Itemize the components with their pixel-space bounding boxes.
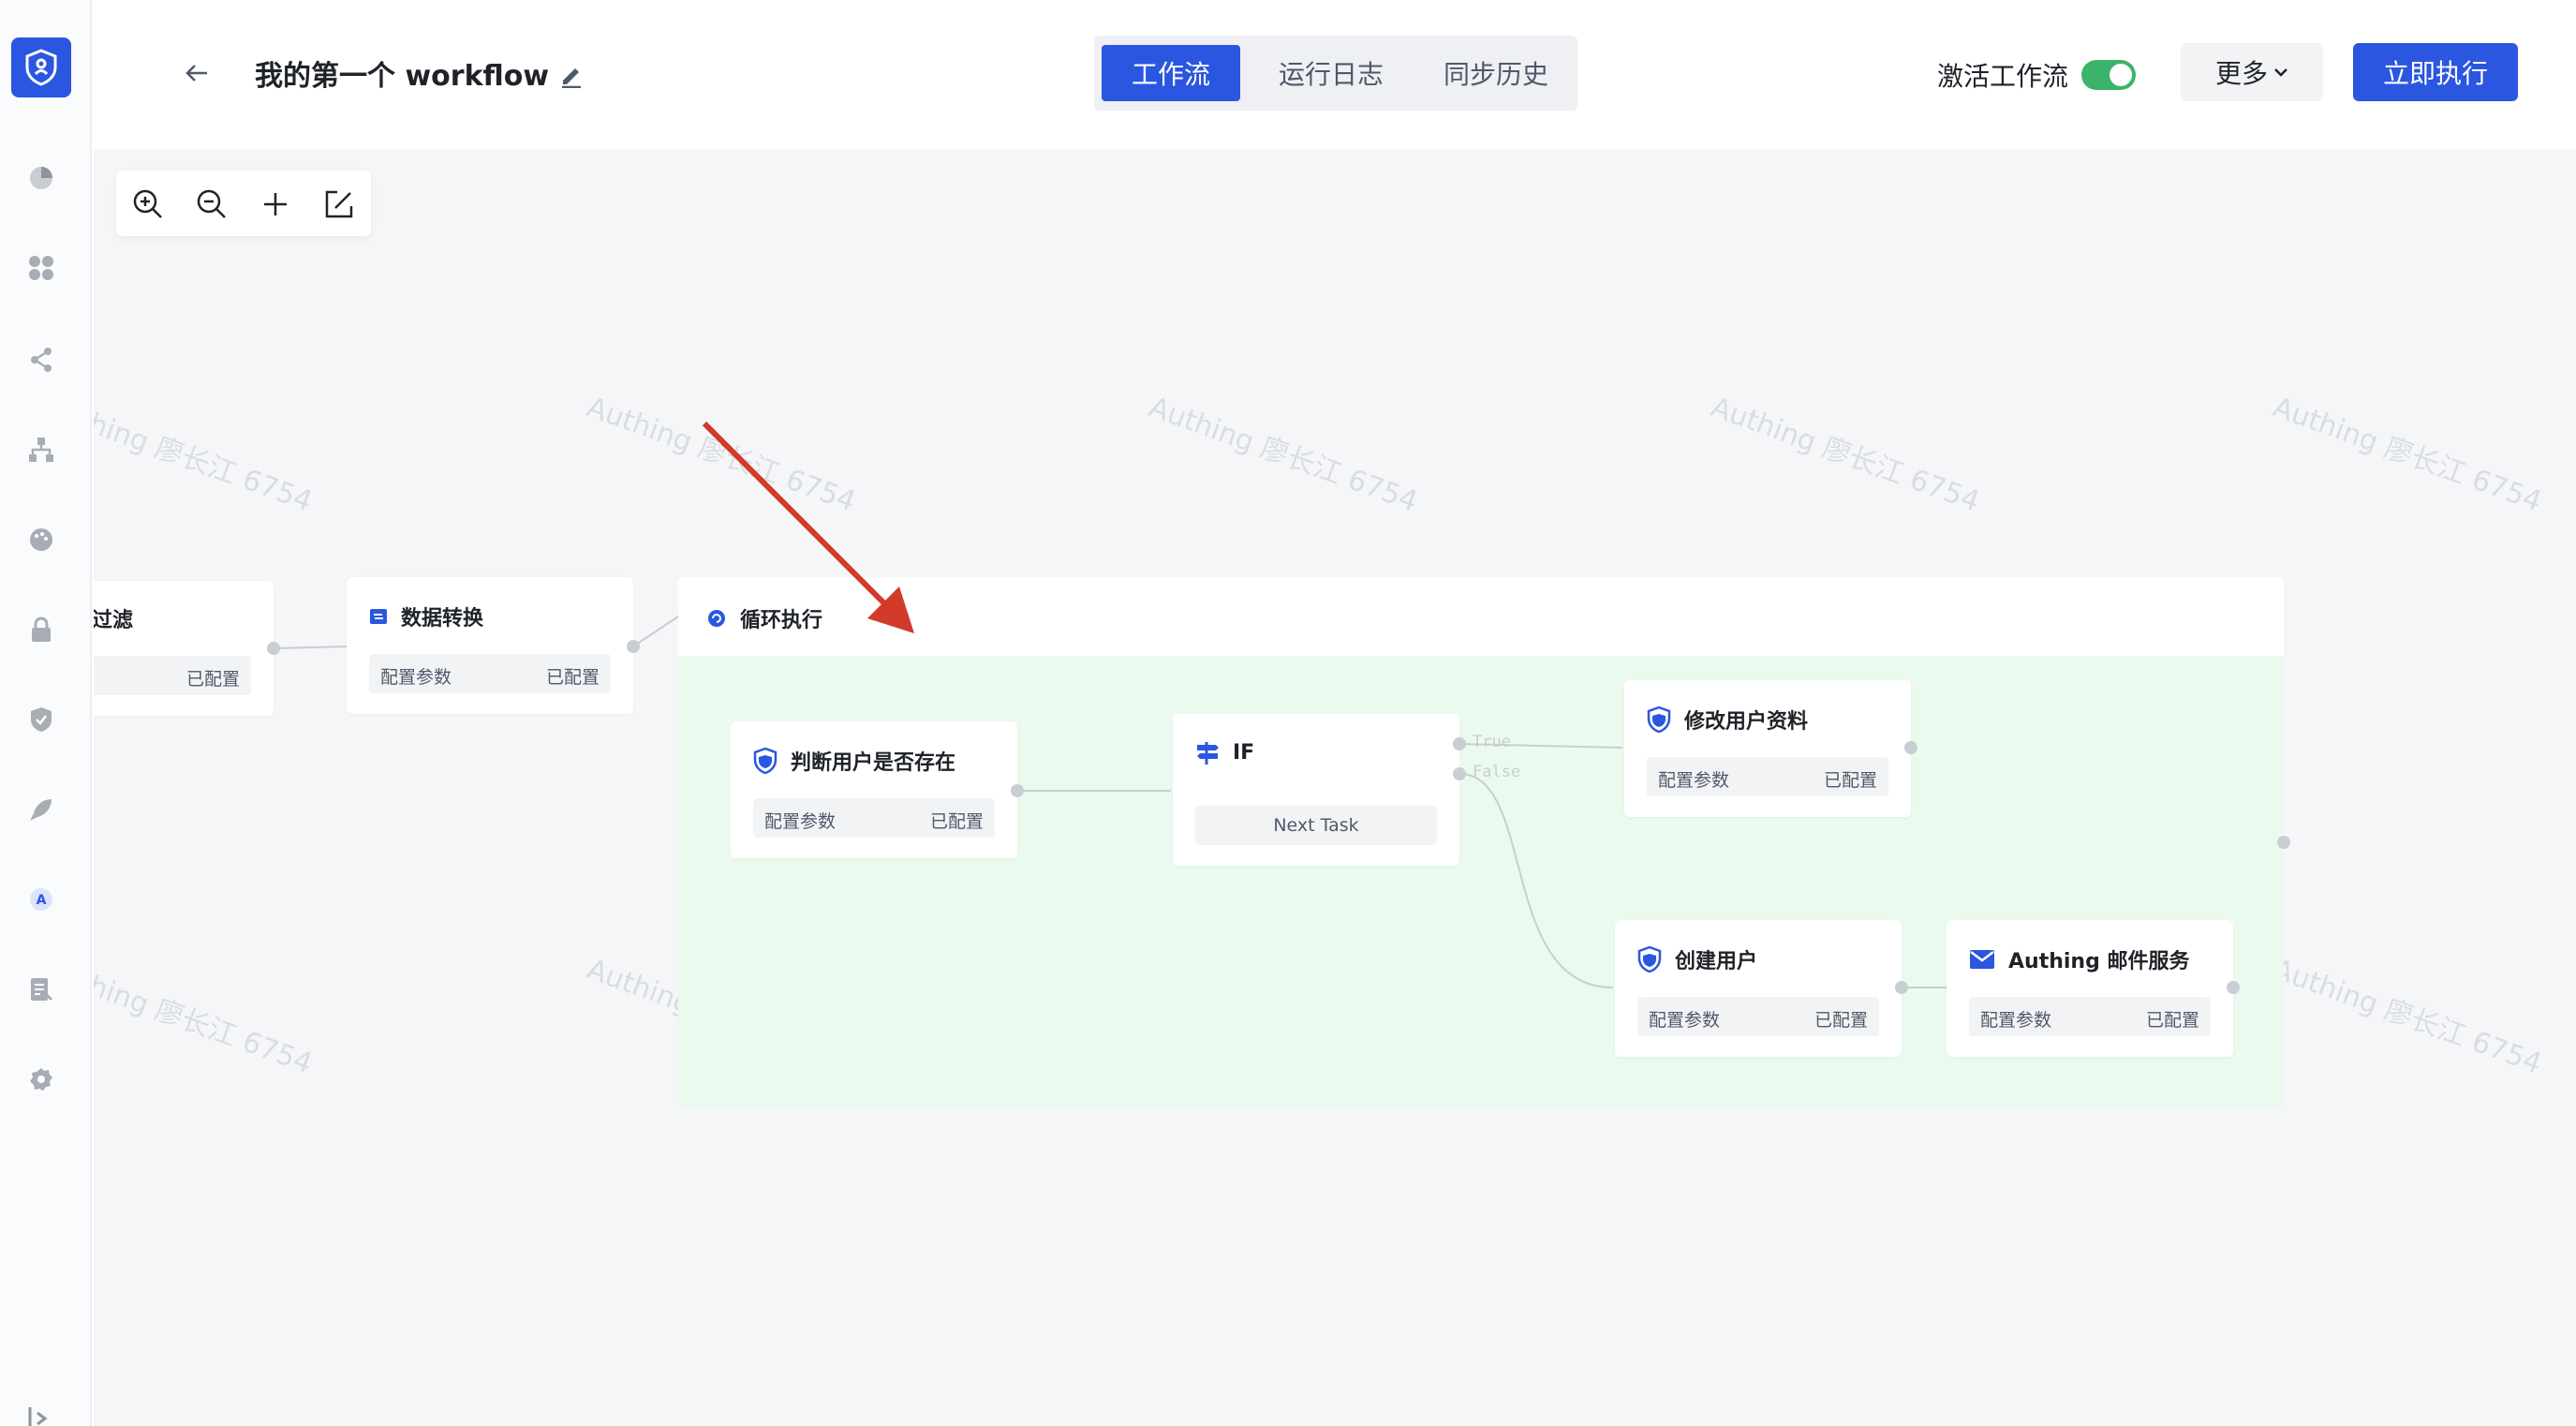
node-title: 创建用户	[1675, 950, 1758, 973]
watermark: Authing 廖长江 6754	[94, 391, 317, 519]
pie-chart-icon[interactable]	[24, 161, 58, 195]
sidebar: A	[0, 0, 92, 1426]
node-body: 配置参数 已配置	[753, 798, 995, 838]
node-body: 配置参数 已配置	[1637, 997, 1879, 1036]
tab-sync-history[interactable]: 同步历史	[1420, 45, 1572, 101]
shield-user-icon	[1637, 946, 1662, 973]
svg-text:A: A	[37, 893, 47, 908]
shield-check-icon[interactable]	[24, 703, 58, 736]
node-status: 已配置	[2145, 1010, 2199, 1031]
signpost-icon	[1197, 742, 1219, 765]
false-port[interactable]	[1453, 767, 1466, 780]
more-button[interactable]: 更多	[2181, 43, 2323, 101]
node-status: 已配置	[1814, 1010, 1868, 1031]
node-filter-body: 已配置	[94, 656, 251, 695]
shield-user-icon	[1647, 706, 1671, 733]
node-title: 判断用户是否存在	[791, 751, 956, 775]
shield-user-icon	[753, 748, 777, 774]
connection-port[interactable]	[1895, 981, 1908, 994]
true-port[interactable]	[1453, 737, 1466, 750]
node-if[interactable]: IF Next Task	[1173, 714, 1459, 866]
node-params: 配置参数	[764, 811, 836, 832]
node-data-transform[interactable]: 数据转换 配置参数 已配置	[347, 577, 633, 714]
watermark: Authing 廖长江 6754	[1144, 391, 1422, 519]
node-status: 已配置	[929, 811, 984, 832]
node-status: 已配置	[1823, 770, 1877, 791]
a-letter-icon[interactable]: A	[24, 883, 58, 916]
run-now-button[interactable]: 立即执行	[2353, 43, 2518, 101]
node-params: 配置参数	[1980, 1010, 2052, 1031]
true-branch-label: True	[1473, 733, 1511, 751]
activate-toggle[interactable]	[2081, 60, 2136, 90]
node-status: 已配置	[545, 667, 600, 688]
node-filter[interactable]: 过滤 已配置	[94, 581, 274, 716]
watermark: Authing 廖长江 6754	[2268, 953, 2546, 1081]
node-title: 数据转换	[401, 607, 484, 631]
more-label: 更多	[2214, 58, 2268, 89]
node-update-user[interactable]: 修改用户资料 配置参数 已配置	[1624, 680, 1911, 817]
node-title: 修改用户资料	[1684, 710, 1809, 734]
collapse-icon[interactable]	[26, 1405, 54, 1426]
next-task-label: Next Task	[1273, 815, 1359, 836]
settings-icon[interactable]	[24, 1062, 58, 1096]
node-params: 配置参数	[380, 667, 452, 688]
connection-port[interactable]	[2277, 836, 2290, 849]
activate-label: 激活工作流	[1937, 61, 2069, 92]
false-branch-label: False	[1473, 763, 1521, 781]
tab-workflow[interactable]: 工作流	[1102, 45, 1240, 101]
watermark: Authing 廖长江 6754	[94, 953, 317, 1081]
zoom-toolbar	[116, 171, 371, 236]
node-body: 配置参数 已配置	[369, 654, 611, 693]
apps-icon[interactable]	[24, 251, 58, 285]
node-body: 配置参数 已配置	[1969, 997, 2211, 1036]
connection-port[interactable]	[2227, 981, 2240, 994]
node-body: Next Task	[1195, 806, 1437, 845]
connection-port[interactable]	[627, 640, 640, 653]
watermark: Authing 廖长江 6754	[1706, 391, 1984, 519]
connection-port[interactable]	[267, 642, 280, 655]
lock-icon[interactable]	[24, 613, 58, 646]
shield-logo-icon[interactable]	[11, 37, 71, 97]
add-icon[interactable]	[259, 187, 292, 221]
zoom-in-icon[interactable]	[131, 187, 165, 221]
connection-port[interactable]	[1011, 784, 1024, 797]
view-tabs: 工作流 运行日志 同步历史	[1094, 36, 1577, 111]
tab-run-logs[interactable]: 运行日志	[1255, 45, 1407, 101]
mail-icon	[1970, 950, 1994, 969]
annotation-arrow	[702, 421, 914, 633]
node-create-user[interactable]: 创建用户 配置参数 已配置	[1615, 920, 1902, 1057]
zoom-out-icon[interactable]	[195, 187, 229, 221]
page-title: 我的第一个 workflow	[255, 60, 550, 93]
node-filter-title: 过滤	[94, 609, 134, 632]
edit-box-icon[interactable]	[322, 187, 356, 221]
chevron-down-icon	[2274, 68, 2287, 77]
org-tree-icon[interactable]	[24, 433, 58, 467]
document-icon[interactable]	[24, 973, 58, 1006]
pencil-icon[interactable]	[558, 62, 586, 90]
share-icon[interactable]	[24, 343, 58, 377]
rocket-icon[interactable]	[24, 793, 58, 826]
node-params: 配置参数	[1649, 1010, 1721, 1031]
watermark: Authing 廖长江 6754	[2268, 391, 2546, 519]
palette-icon[interactable]	[24, 523, 58, 557]
node-params: 配置参数	[1658, 770, 1730, 791]
connection-port[interactable]	[1904, 741, 1917, 754]
node-body: 配置参数 已配置	[1647, 757, 1888, 796]
node-title: IF	[1233, 740, 1255, 765]
node-check-user[interactable]: 判断用户是否存在 配置参数 已配置	[731, 721, 1017, 858]
node-title: Authing 邮件服务	[2008, 950, 2190, 973]
workflow-canvas[interactable]: Authing 廖长江 6754 Authing 廖长江 6754 Authin…	[94, 150, 2576, 1426]
node-status: 已配置	[185, 669, 240, 690]
transform-icon	[370, 609, 387, 624]
back-arrow-icon[interactable]	[178, 56, 215, 90]
node-email-service[interactable]: Authing 邮件服务 配置参数 已配置	[1947, 920, 2233, 1057]
